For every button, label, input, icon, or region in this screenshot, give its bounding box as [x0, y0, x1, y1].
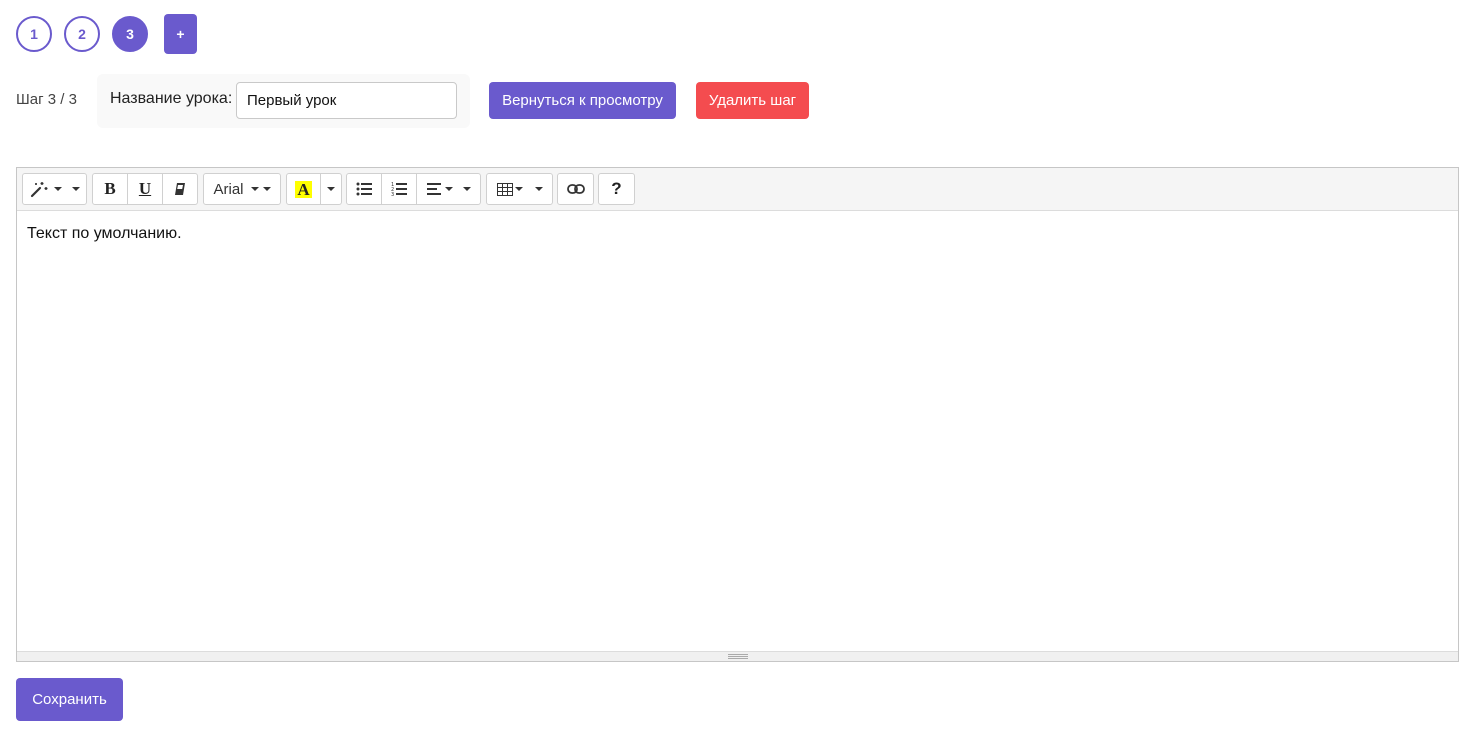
- lesson-title-label: Название урока:: [110, 90, 233, 107]
- editor-content-area[interactable]: Текст по умолчанию.: [17, 211, 1458, 651]
- caret-down-icon: [71, 187, 80, 191]
- lesson-title-box: Название урока:: [97, 74, 470, 128]
- paragraph-group: 1 2 3: [346, 173, 481, 205]
- eraser-icon: [173, 182, 187, 196]
- editor-text: Текст по умолчанию.: [27, 225, 182, 242]
- style-dropdown-button[interactable]: [23, 174, 86, 204]
- table-group: [486, 173, 553, 205]
- unordered-list-button[interactable]: [347, 174, 382, 204]
- back-to-view-button[interactable]: Вернуться к просмотру: [489, 82, 676, 119]
- step-3-button[interactable]: 3: [112, 16, 148, 52]
- svg-text:3: 3: [391, 192, 394, 196]
- caret-down-icon: [327, 187, 335, 191]
- color-group: A: [286, 173, 342, 205]
- bold-button[interactable]: B: [93, 174, 128, 204]
- link-group: [557, 173, 594, 205]
- caret-down-icon: [444, 187, 453, 191]
- caret-down-icon: [53, 187, 62, 191]
- align-dropdown-button[interactable]: [417, 174, 480, 204]
- lesson-title-input[interactable]: [236, 82, 457, 119]
- font-name-group: Arial: [203, 173, 281, 205]
- step-counter: Шаг 3 / 3: [16, 91, 77, 108]
- table-dropdown-button[interactable]: [487, 174, 552, 204]
- save-button[interactable]: Сохранить: [16, 678, 123, 721]
- style-group: [22, 173, 87, 205]
- step-1-button[interactable]: 1: [16, 16, 52, 52]
- editor-toolbar: B U Arial A 1 2 3 ?: [17, 168, 1458, 211]
- unordered-list-icon: [356, 182, 372, 196]
- underline-button[interactable]: U: [128, 174, 163, 204]
- caret-down-icon: [514, 187, 523, 191]
- table-icon: [496, 182, 513, 196]
- align-left-icon: [426, 183, 441, 195]
- font-style-group: B U: [92, 173, 198, 205]
- link-icon: [566, 184, 585, 194]
- text-color-icon: A: [295, 179, 312, 199]
- caret-down-icon: [462, 187, 471, 191]
- rich-text-editor: B U Arial A 1 2 3 ? Текст по умолчанию.: [16, 167, 1459, 662]
- caret-down-icon: [250, 187, 259, 191]
- caret-down-icon: [534, 187, 543, 191]
- add-step-button[interactable]: +: [164, 14, 197, 54]
- ordered-list-button[interactable]: 1 2 3: [382, 174, 417, 204]
- grip-icon: [727, 654, 748, 659]
- color-dropdown-button[interactable]: [321, 174, 341, 204]
- magic-wand-icon: [30, 180, 50, 198]
- text-color-button[interactable]: A: [287, 174, 321, 204]
- delete-step-button[interactable]: Удалить шаг: [696, 82, 809, 119]
- caret-down-icon: [262, 187, 271, 191]
- ordered-list-icon: 1 2 3: [391, 182, 407, 196]
- clear-format-button[interactable]: [163, 174, 197, 204]
- editor-resize-handle[interactable]: [17, 651, 1458, 661]
- insert-link-button[interactable]: [558, 174, 593, 204]
- help-button[interactable]: ?: [599, 174, 634, 204]
- font-family-dropdown[interactable]: Arial: [204, 174, 280, 204]
- help-group: ?: [598, 173, 635, 205]
- step-2-button[interactable]: 2: [64, 16, 100, 52]
- font-family-label: Arial: [213, 180, 244, 198]
